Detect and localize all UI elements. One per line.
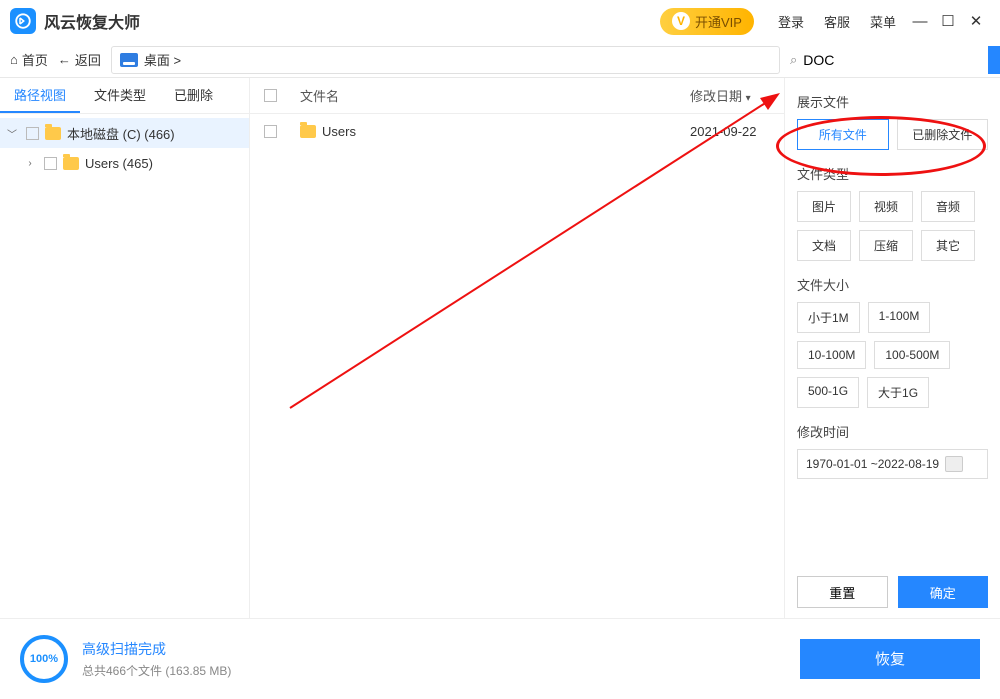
chip-size-2[interactable]: 10-100M xyxy=(797,341,866,369)
folder-icon xyxy=(45,127,61,140)
filter-type-label: 文件类型 xyxy=(797,164,988,183)
row-name: Users xyxy=(322,124,356,139)
main: 路径视图 文件类型 已删除 ﹀ 本地磁盘 (C) (466) › Users (… xyxy=(0,78,1000,618)
app-title: 风云恢复大师 xyxy=(44,9,140,33)
tab-deleted[interactable]: 已删除 xyxy=(160,78,227,113)
chip-size-3[interactable]: 100-500M xyxy=(874,341,950,369)
chip-type-video[interactable]: 视频 xyxy=(859,191,913,222)
checkbox[interactable] xyxy=(44,157,57,170)
back-label: 返回 xyxy=(75,50,101,69)
filter-show-label: 展示文件 xyxy=(797,92,988,111)
date-range-value: 1970-01-01 ~2022-08-19 xyxy=(806,457,939,471)
scan-status-sub: 总共466个文件 (163.85 MB) xyxy=(82,662,231,679)
calendar-icon xyxy=(945,456,963,472)
close-button[interactable]: ✕ xyxy=(962,12,990,30)
login-button[interactable]: 登录 xyxy=(768,12,814,31)
folder-icon xyxy=(300,125,316,138)
progress-value: 100% xyxy=(30,653,58,665)
breadcrumb[interactable]: 桌面 > xyxy=(111,46,780,74)
sort-icon: ▾ xyxy=(746,93,751,104)
reset-button[interactable]: 重置 xyxy=(797,576,888,608)
tree-root[interactable]: ﹀ 本地磁盘 (C) (466) xyxy=(0,118,249,148)
tree: ﹀ 本地磁盘 (C) (466) › Users (465) xyxy=(0,114,249,182)
date-range-input[interactable]: 1970-01-01 ~2022-08-19 xyxy=(797,449,988,479)
search-input[interactable] xyxy=(799,46,988,74)
filter-panel: 展示文件 所有文件 已删除文件 文件类型 图片 视频 音频 文档 压缩 其它 文… xyxy=(784,78,1000,618)
chevron-down-icon[interactable]: ﹀ xyxy=(4,126,20,141)
col-name[interactable]: 文件名 xyxy=(290,86,690,105)
footer: 100% 高级扫描完成 总共466个文件 (163.85 MB) 恢复 xyxy=(0,618,1000,698)
chip-type-audio[interactable]: 音频 xyxy=(921,191,975,222)
chip-type-doc[interactable]: 文档 xyxy=(797,230,851,261)
folder-icon xyxy=(63,157,79,170)
chip-size-0[interactable]: 小于1M xyxy=(797,302,860,333)
vip-button[interactable]: V 开通VIP xyxy=(660,8,754,35)
ok-button[interactable]: 确定 xyxy=(898,576,989,608)
search-button[interactable]: 搜索 xyxy=(988,46,1000,74)
search-icon: ⌕ xyxy=(790,52,797,68)
back-arrow-icon: ← xyxy=(58,52,71,67)
tab-path-view[interactable]: 路径视图 xyxy=(0,78,80,113)
tree-child-label: Users (465) xyxy=(85,156,153,171)
breadcrumb-path: 桌面 > xyxy=(144,50,181,69)
scan-status-title: 高级扫描完成 xyxy=(82,639,231,659)
minimize-button[interactable]: — xyxy=(906,13,934,30)
chip-size-1[interactable]: 1-100M xyxy=(868,302,931,333)
chip-type-other[interactable]: 其它 xyxy=(921,230,975,261)
vip-badge-icon: V xyxy=(672,12,690,30)
filter-date-label: 修改时间 xyxy=(797,422,988,441)
col-date-label: 修改日期 xyxy=(690,89,742,104)
home-label: 首页 xyxy=(22,50,48,69)
chip-size-5[interactable]: 大于1G xyxy=(867,377,929,408)
search-wrap: ⌕ 搜索 xyxy=(790,46,990,74)
chip-type-image[interactable]: 图片 xyxy=(797,191,851,222)
select-all-checkbox[interactable] xyxy=(264,89,277,102)
filter-size-label: 文件大小 xyxy=(797,275,988,294)
menu-button[interactable]: 菜单 xyxy=(860,12,906,31)
tree-child[interactable]: › Users (465) xyxy=(0,148,249,178)
chip-all-files[interactable]: 所有文件 xyxy=(797,119,889,150)
maximize-button[interactable]: ☐ xyxy=(934,12,962,30)
chip-deleted-files[interactable]: 已删除文件 xyxy=(897,119,989,150)
drive-icon xyxy=(120,53,138,67)
recover-button[interactable]: 恢复 xyxy=(800,639,980,679)
home-icon: ⌂ xyxy=(10,52,18,67)
vip-label: 开通VIP xyxy=(695,12,742,31)
progress-ring: 100% xyxy=(20,635,68,683)
back-button[interactable]: ← 返回 xyxy=(58,50,101,69)
app-logo xyxy=(10,8,36,34)
titlebar: 风云恢复大师 V 开通VIP 登录 客服 菜单 — ☐ ✕ xyxy=(0,0,1000,42)
sidebar-tabs: 路径视图 文件类型 已删除 xyxy=(0,78,249,114)
chip-type-archive[interactable]: 压缩 xyxy=(859,230,913,261)
sidebar: 路径视图 文件类型 已删除 ﹀ 本地磁盘 (C) (466) › Users (… xyxy=(0,78,250,618)
chevron-right-icon[interactable]: › xyxy=(22,158,38,169)
tree-root-label: 本地磁盘 (C) (466) xyxy=(67,124,175,143)
row-checkbox[interactable] xyxy=(264,125,277,138)
home-button[interactable]: ⌂ 首页 xyxy=(10,50,48,69)
tab-file-type[interactable]: 文件类型 xyxy=(80,78,160,113)
checkbox[interactable] xyxy=(26,127,39,140)
toolbar: ⌂ 首页 ← 返回 桌面 > ⌕ 搜索 xyxy=(0,42,1000,78)
chip-size-4[interactable]: 500-1G xyxy=(797,377,859,408)
service-button[interactable]: 客服 xyxy=(814,12,860,31)
